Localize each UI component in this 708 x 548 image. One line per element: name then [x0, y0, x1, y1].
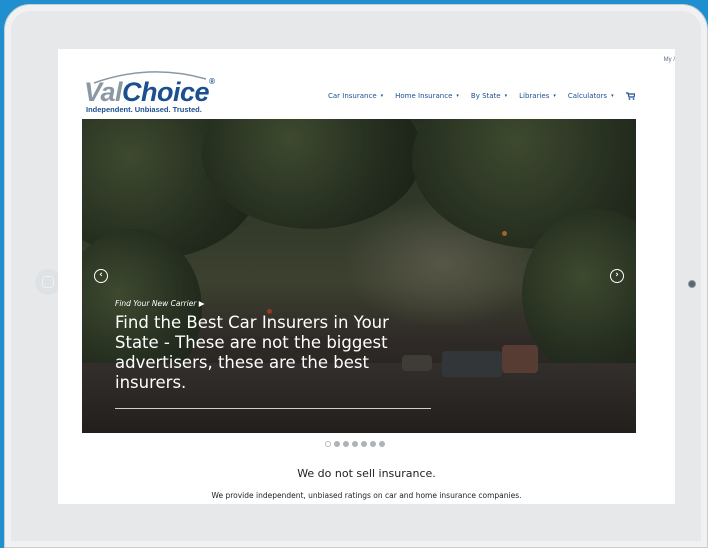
- chevron-down-icon: ▾: [504, 93, 508, 99]
- logo-wordmark: ValChoice®: [84, 77, 215, 108]
- chevron-down-icon: ▾: [611, 93, 614, 99]
- nav-libraries[interactable]: Libraries ▾: [519, 92, 556, 100]
- nav-label: Calculators: [567, 92, 608, 100]
- valchoice-logo[interactable]: ValChoice® Independent. Unbiased. Truste…: [84, 71, 224, 115]
- nav-home-insurance[interactable]: Home Insurance ▾: [395, 92, 459, 100]
- logo-choice: Choice: [122, 77, 210, 107]
- logo-val: Val: [84, 77, 123, 107]
- hero-headline: Find the Best Car Insurers in Your State…: [115, 313, 389, 392]
- nav-calculators[interactable]: Calculators ▾: [568, 92, 614, 100]
- slider-dot[interactable]: [352, 441, 358, 447]
- slider-dot[interactable]: [334, 441, 340, 447]
- hero-slider: ‹ › Find Your New Carrier ▶ Find the Bes…: [82, 119, 636, 433]
- slider-dot[interactable]: [370, 441, 376, 447]
- tagline-subtext: We provide independent, unbiased ratings…: [211, 491, 522, 500]
- chevron-down-icon: ▾: [456, 93, 459, 99]
- camera-icon: [688, 280, 696, 288]
- hero-divider: [115, 408, 431, 409]
- logo-tagline: Independent. Unbiased. Trusted.: [86, 105, 202, 114]
- tablet-frame: My / ValChoice® Independent. Unbiased. T…: [4, 4, 708, 548]
- logo-registered: ®: [209, 77, 215, 86]
- slider-next-button[interactable]: ›: [610, 269, 624, 283]
- slider-dot[interactable]: [361, 441, 367, 447]
- my-account-link[interactable]: My /: [664, 57, 675, 63]
- nav-label: By State: [470, 92, 501, 100]
- nav-label: Home Insurance: [395, 92, 453, 100]
- slider-prev-button[interactable]: ‹: [94, 269, 108, 283]
- hero-kicker-link[interactable]: Find Your New Carrier ▶: [115, 299, 205, 308]
- chevron-down-icon: ▾: [553, 93, 556, 99]
- nav-label: Libraries: [519, 92, 550, 100]
- slider-pagination: [325, 441, 385, 447]
- nav-car-insurance[interactable]: Car Insurance ▾: [328, 92, 383, 100]
- cart-icon-glyph: [625, 92, 635, 100]
- chevron-down-icon: ▾: [380, 93, 384, 99]
- nav-label: Car Insurance: [328, 92, 377, 100]
- main-navigation: Car Insurance ▾ Home Insurance ▾ By State ▾…: [328, 92, 635, 100]
- tagline-heading: We do not sell insurance.: [297, 467, 436, 480]
- slider-dot[interactable]: [343, 441, 349, 447]
- website-screen: My / ValChoice® Independent. Unbiased. T…: [58, 49, 675, 504]
- nav-by-state[interactable]: By State ▾: [471, 92, 507, 100]
- slider-dot[interactable]: [325, 441, 331, 447]
- home-button-icon: [42, 276, 54, 288]
- slider-dot[interactable]: [379, 441, 385, 447]
- cart-icon[interactable]: [625, 92, 635, 100]
